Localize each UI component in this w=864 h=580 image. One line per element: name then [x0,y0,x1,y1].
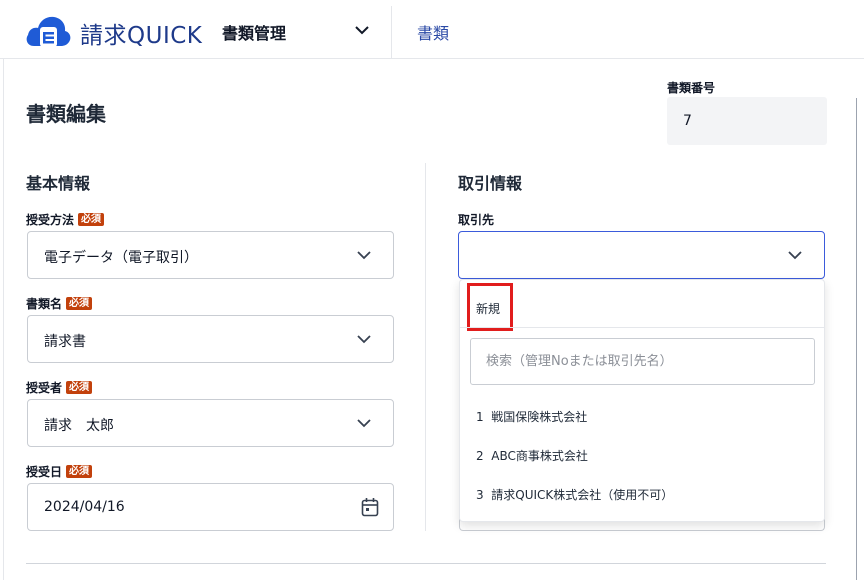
top-bar: 請求QUICK 書類管理 書類 [0,0,864,59]
field-label-text: 授受者 [26,381,63,395]
basic-info-title: 基本情報 [26,174,91,193]
client-select[interactable] [458,231,825,279]
client-dropdown-menu: 新規 1 戦国保険株式会社 2 ABC商事株式会社 3 請求QUICK株式会社（… [459,279,825,522]
required-badge: 必須 [66,297,93,310]
dropdown-divider [460,327,824,328]
required-badge: 必須 [78,213,105,226]
required-badge: 必須 [66,381,93,394]
column-divider [425,163,426,531]
transaction-info-title: 取引情報 [458,174,523,193]
client-option[interactable]: 2 ABC商事株式会社 [476,447,588,464]
document-name-select[interactable]: 請求書 [27,315,394,363]
doc-number-field: 7 [667,97,827,145]
delivery-method-select[interactable]: 電子データ（電子取引） [27,231,394,279]
field-label-text: 授受方法 [26,213,75,227]
chevron-down-icon [788,251,802,260]
doc-number-value: 7 [683,113,692,129]
client-option[interactable]: 1 戦国保険株式会社 [476,408,587,425]
chevron-down-icon [357,335,371,344]
chevron-down-icon [357,419,371,428]
field-label-text: 書類名 [26,297,63,311]
chevron-down-icon [357,251,371,260]
field-label-text: 授受日 [26,465,63,479]
select-value: 請求 太郎 [44,418,114,434]
received-date-field[interactable]: 2024/04/16 [27,483,394,531]
page-title: 書類編集 [26,102,106,126]
nav-link-documents[interactable]: 書類 [417,20,449,44]
required-badge: 必須 [66,465,93,478]
field-label-text: 取引先 [458,213,495,227]
cloud-document-logo-icon [26,16,71,47]
new-client-label: 新規 [476,302,501,316]
doc-number-label: 書類番号 [667,81,716,95]
recipient-label: 授受者 必須 [26,379,93,396]
menu-title[interactable]: 書類管理 [222,20,286,44]
client-search-input[interactable] [470,338,815,385]
brand-kanji: 請求 [80,23,127,49]
calendar-icon[interactable] [361,497,379,517]
frame-right-border [856,98,857,580]
brand-name: 請求QUICK [80,16,202,50]
chevron-down-icon[interactable] [354,24,370,36]
header-divider [391,6,392,58]
client-option[interactable]: 3 請求QUICK株式会社（使用不可） [476,486,673,503]
brand-latin: QUICK [127,23,203,49]
select-value: 請求書 [44,334,86,350]
recipient-select[interactable]: 請求 太郎 [27,399,394,447]
select-value: 電子データ（電子取引） [44,250,198,266]
date-value: 2024/04/16 [44,499,125,515]
delivery-method-label: 授受方法 必須 [26,211,105,228]
section-bottom-divider [26,563,826,564]
received-date-label: 授受日 必須 [26,463,93,480]
document-name-label: 書類名 必須 [26,295,93,312]
new-client-option[interactable]: 新規 [467,283,513,331]
frame-left-border [3,59,4,580]
client-label: 取引先 [458,211,494,228]
